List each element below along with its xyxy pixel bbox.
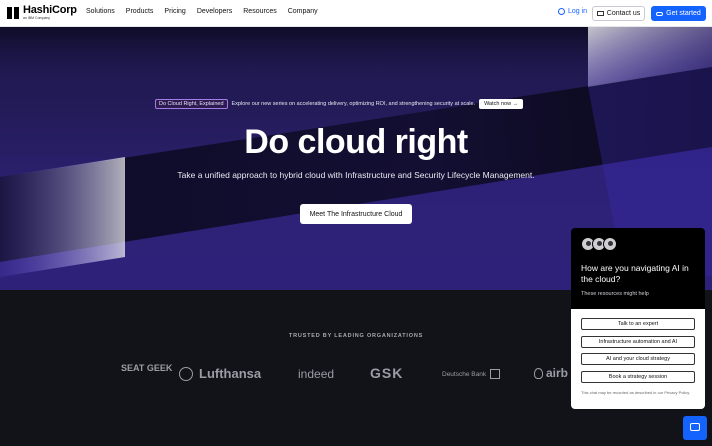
hashicorp-logo[interactable]: HashiCorp an IBM Company (6, 5, 77, 21)
contact-us-button[interactable]: Contact us (592, 6, 645, 21)
announcement-tag[interactable]: Do Cloud Right, Explained (155, 98, 228, 109)
menu-solutions[interactable]: Solutions (86, 8, 115, 15)
avatar (603, 237, 617, 251)
airbnb-logo: airb (534, 366, 568, 380)
menu-developers[interactable]: Developers (197, 8, 232, 15)
lufthansa-logo: Lufthansa (179, 366, 261, 381)
announcement-text: Explore our new series on accelerating d… (231, 100, 476, 107)
menu-pricing[interactable]: Pricing (164, 8, 185, 15)
seatgeek-logo: SEAT GEEK (121, 363, 173, 373)
hashicorp-logo-icon (6, 6, 20, 20)
chat-subtitle: These resources might help (581, 291, 649, 297)
top-nav: HashiCorp an IBM Company Solutions Produ… (0, 0, 712, 27)
chat-widget: How are you navigating AI in the cloud? … (571, 228, 705, 409)
main-menu: Solutions Products Pricing Developers Re… (86, 8, 329, 15)
brand-name: HashiCorp (23, 4, 77, 16)
meet-infrastructure-cloud-button[interactable]: Meet The Infrastructure Cloud (300, 204, 412, 224)
hero-title: Do cloud right (244, 123, 468, 161)
airbnb-icon (534, 367, 543, 379)
login-label: Log in (568, 8, 588, 15)
cloud-icon (656, 11, 664, 16)
lufthansa-crane-icon (179, 366, 193, 381)
talk-to-expert-option[interactable]: Talk to an expert (581, 318, 695, 330)
deutsche-bank-logo: Deutsche Bank (442, 369, 501, 379)
menu-products[interactable]: Products (126, 8, 154, 15)
chat-title: How are you navigating AI in the cloud? (581, 263, 689, 284)
book-strategy-session-option[interactable]: Book a strategy session (581, 371, 695, 383)
chat-launcher-button[interactable] (683, 416, 707, 440)
infrastructure-automation-option[interactable]: Infrastructure automation and AI (581, 336, 695, 348)
brand-subtitle: an IBM Company (23, 16, 51, 20)
get-started-button[interactable]: Get started (651, 6, 706, 21)
agent-avatars (581, 237, 617, 251)
menu-resources[interactable]: Resources (243, 8, 276, 15)
ai-cloud-strategy-option[interactable]: AI and your cloud strategy (581, 353, 695, 365)
mail-icon (596, 11, 604, 16)
gsk-logo: GSK (370, 365, 404, 381)
privacy-note[interactable]: This chat may be recorded as described i… (581, 390, 695, 395)
deutsche-bank-icon (490, 369, 501, 379)
get-started-label: Get started (666, 10, 701, 17)
contact-label: Contact us (606, 10, 641, 17)
indeed-logo: indeed (298, 367, 335, 381)
watch-now-button[interactable]: Watch now → (479, 98, 524, 109)
hero-subtitle: Take a unified approach to hybrid cloud … (177, 170, 535, 180)
chat-options-panel: Talk to an expert Infrastructure automat… (571, 309, 705, 409)
menu-company[interactable]: Company (288, 8, 318, 15)
announcement-banner: Do Cloud Right, Explained Explore our ne… (155, 98, 557, 109)
chat-icon (690, 423, 700, 431)
user-icon (558, 8, 565, 15)
login-link[interactable]: Log in (558, 8, 587, 15)
